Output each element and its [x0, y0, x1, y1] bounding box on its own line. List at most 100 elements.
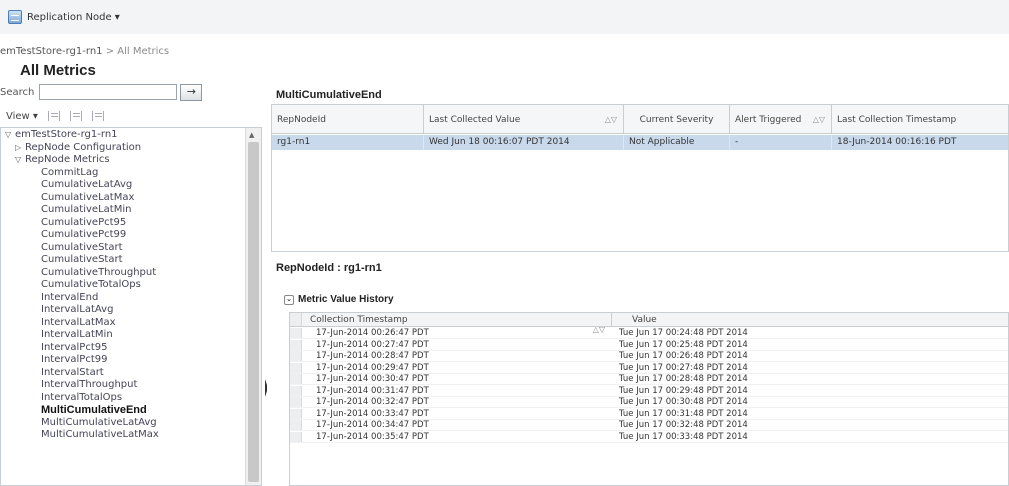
table-cell: 18-Jun-2014 00:16:16 PDT	[832, 135, 1008, 150]
column-header[interactable]: RepNodeId	[272, 105, 424, 134]
tree-item[interactable]: CumulativeTotalOps	[41, 279, 141, 291]
collapse-icon[interactable]: ▽	[15, 154, 25, 166]
expand-icon[interactable]: ▷	[15, 142, 25, 154]
metric-value-history: ⌄ Metric Value History Collection Timest…	[284, 288, 1009, 486]
table-row[interactable]: 17-Jun-2014 00:34:47 PDT Tue Jun 17 00:32…	[290, 420, 1008, 431]
collapse-icon[interactable]: ⌄	[284, 294, 294, 305]
collapse-icon[interactable]: ▽	[5, 129, 15, 141]
tree-item[interactable]: IntervalPct99	[41, 354, 107, 366]
tree-item[interactable]: CumulativeLatMin	[41, 204, 131, 216]
tree-item[interactable]: CumulativeLatAvg	[41, 179, 132, 191]
column-header[interactable]: Collection Timestamp △▽	[290, 313, 612, 334]
column-header[interactable]: Last Collection Timestamp	[832, 105, 1008, 134]
table-cell: 17-Jun-2014 00:33:47 PDT	[316, 408, 429, 419]
tree-item-label: IntervalPct95	[41, 341, 108, 353]
tree-item-label: MultiCumulativeLatMax	[41, 429, 159, 440]
breadcrumb-root[interactable]: emTestStore-rg1-rn1	[0, 46, 103, 57]
history-table-header: Collection Timestamp △▽ Value	[290, 313, 1008, 334]
table-cell: Tue Jun 17 00:32:48 PDT 2014	[619, 420, 748, 430]
table-row[interactable]: 17-Jun-2014 00:27:47 PDT Tue Jun 17 00:25…	[290, 339, 1008, 351]
history-table: Collection Timestamp △▽ Value 17-Jun-2014 …	[289, 312, 1009, 486]
sort-icon[interactable]: △▽	[813, 115, 825, 124]
column-header[interactable]: Alert Triggered △▽	[730, 105, 832, 134]
tree-item-label: CumulativePct95	[41, 216, 127, 228]
view-menu[interactable]: View ▾	[6, 111, 38, 122]
search-go-button[interactable]: →	[180, 83, 203, 101]
tree-item[interactable]: IntervalThroughput	[41, 379, 137, 391]
metric-table-header: RepNodeId Last Collected Value △▽ Current S…	[272, 105, 1008, 134]
scroll-up-icon[interactable]: ▲	[249, 131, 254, 139]
column-header[interactable]: Current Severity	[624, 105, 730, 134]
replication-node-icon	[8, 10, 22, 24]
metrics-tree: ▽ emTestStore-rg1-rn1 ▷ RepNode Configurati…	[0, 127, 262, 486]
tree-item-label: IntervalEnd	[41, 291, 99, 303]
tree-item[interactable]: CumulativeStart	[41, 242, 123, 254]
table-row[interactable]: 17-Jun-2014 00:30:47 PDT Tue Jun 17 00:28…	[290, 374, 1008, 385]
sort-icon[interactable]: △▽	[605, 115, 617, 124]
search-input[interactable]	[39, 84, 178, 100]
table-cell: 17-Jun-2014 00:31:47 PDT	[316, 385, 429, 396]
tree-item[interactable]: MultiCumulativeLatAvg	[41, 417, 157, 429]
replication-node-menu[interactable]: Replication Node ▾	[4, 7, 126, 27]
tree-toolbar: View ▾	[0, 106, 262, 126]
collapse-panel-icon[interactable]	[265, 379, 269, 397]
tree-item[interactable]: MultiCumulativeLatMax	[41, 429, 159, 441]
table-cell: Tue Jun 17 00:31:48 PDT 2014	[619, 408, 748, 419]
tree-item[interactable]: ▽ emTestStore-rg1-rn1	[5, 129, 118, 141]
table-row[interactable]: 17-Jun-2014 00:33:47 PDT Tue Jun 17 00:31…	[290, 408, 1008, 420]
tree-item[interactable]: IntervalEnd	[41, 292, 98, 304]
collapse-all-icon[interactable]	[69, 111, 82, 121]
breadcrumb-separator: >	[102, 46, 118, 57]
table-cell: rg1-rn1	[272, 135, 424, 150]
tree-item-label: emTestStore-rg1-rn1	[15, 129, 118, 140]
tree-scrollbar[interactable]: ▲	[245, 128, 261, 485]
column-header[interactable]: Last Collected Value △▽	[424, 105, 624, 134]
table-cell: Tue Jun 17 00:27:48 PDT 2014	[619, 362, 748, 373]
table-row[interactable]: rg1-rn1 Wed Jun 18 00:16:07 PDT 2014 Not A…	[272, 135, 1008, 150]
tree-item[interactable]: IntervalLatAvg	[41, 304, 113, 316]
row-header	[290, 351, 302, 361]
tree-item[interactable]: CumulativePct99	[41, 229, 126, 241]
search-row: Search →	[0, 83, 203, 101]
tree-item[interactable]: ▽ RepNode Metrics	[15, 154, 110, 166]
table-row[interactable]: 17-Jun-2014 00:35:47 PDT Tue Jun 17 00:33…	[290, 431, 1008, 443]
tree-scroll-thumb[interactable]	[248, 142, 259, 482]
tree-item-label: CumulativeLatMax	[41, 191, 135, 203]
tree-item[interactable]: CommitLag	[41, 167, 98, 179]
tree-item[interactable]: CumulativePct95	[41, 217, 126, 229]
tree-item[interactable]: IntervalStart	[41, 367, 104, 379]
tree-item[interactable]: IntervalPct95	[41, 342, 107, 354]
tree-item-label: RepNode Configuration	[25, 141, 142, 153]
tree-item-label: IntervalLatMin	[41, 329, 113, 340]
tree-item-label: CumulativeThroughput	[41, 266, 157, 278]
history-header[interactable]: ⌄ Metric Value History	[284, 294, 394, 305]
repnode-title: RepNodeId : rg1-rn1	[276, 262, 382, 274]
table-row[interactable]: 17-Jun-2014 00:32:47 PDT Tue Jun 17 00:30…	[290, 397, 1008, 408]
panel-splitter[interactable]	[264, 379, 270, 397]
table-cell: Wed Jun 18 00:16:07 PDT 2014	[424, 135, 624, 150]
row-header	[290, 397, 302, 407]
tree-item[interactable]: CumulativeStart	[41, 254, 123, 266]
table-cell: 17-Jun-2014 00:26:47 PDT	[316, 328, 429, 338]
tree-item[interactable]: IntervalLatMax	[41, 317, 116, 329]
table-cell: 17-Jun-2014 00:27:47 PDT	[316, 339, 429, 350]
replication-node-menu-label: Replication Node ▾	[27, 11, 120, 23]
table-cell: 17-Jun-2014 00:32:47 PDT	[316, 397, 429, 407]
tree-item[interactable]: IntervalLatMin	[41, 329, 113, 341]
table-cell: Tue Jun 17 00:30:48 PDT 2014	[619, 397, 748, 407]
tree-item-label: CumulativeLatMin	[41, 204, 132, 215]
tree-item[interactable]: IntervalTotalOps	[41, 392, 122, 404]
tree-item[interactable]: CumulativeLatMax	[41, 192, 134, 204]
table-cell: Not Applicable	[624, 135, 730, 150]
table-row[interactable]: 17-Jun-2014 00:26:47 PDT Tue Jun 17 00:24…	[290, 328, 1008, 339]
row-header	[290, 431, 302, 442]
tree-item[interactable]: ▷ RepNode Configuration	[15, 142, 141, 154]
tree-item[interactable]: CumulativeThroughput	[41, 267, 156, 279]
tree-settings-icon[interactable]	[91, 111, 104, 121]
table-row[interactable]: 17-Jun-2014 00:31:47 PDT Tue Jun 17 00:29…	[290, 385, 1008, 397]
table-row[interactable]: 17-Jun-2014 00:28:47 PDT Tue Jun 17 00:26…	[290, 351, 1008, 362]
tree-item[interactable]: MultiCumulativeEnd	[41, 404, 147, 416]
expand-all-icon[interactable]	[47, 111, 60, 121]
column-header[interactable]: Value	[612, 313, 1008, 327]
table-row[interactable]: 17-Jun-2014 00:29:47 PDT Tue Jun 17 00:27…	[290, 362, 1008, 374]
